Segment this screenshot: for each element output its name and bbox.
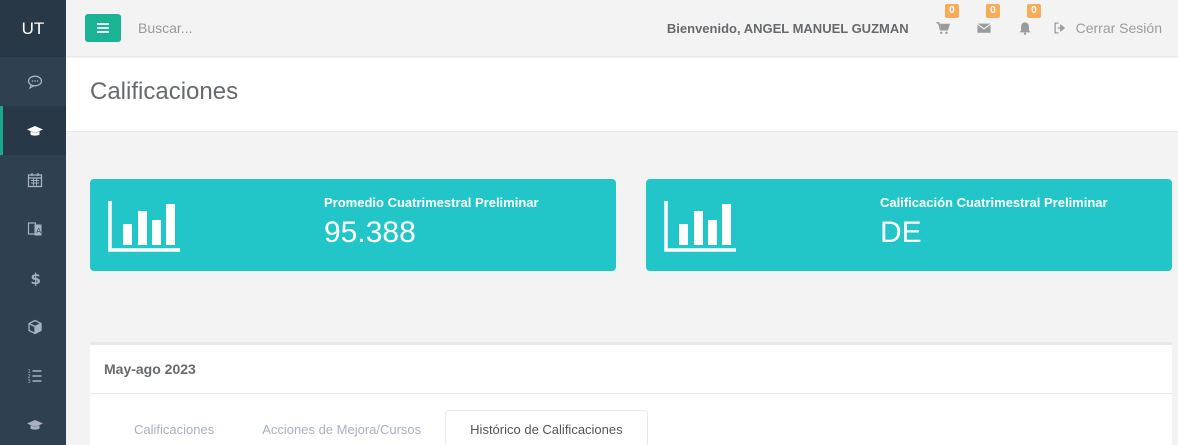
navbar-right: Bienvenido, ANGEL MANUEL GUZMAN 0 0 0 Ce… <box>667 0 1178 56</box>
hamburger-icon <box>97 23 109 33</box>
sidebar-item-grades[interactable] <box>0 106 66 155</box>
sidebar-item-language[interactable]: A <box>0 204 66 253</box>
tab-bar: Calificaciones Acciones de Mejora/Cursos… <box>110 407 1172 445</box>
search-input[interactable] <box>138 20 358 36</box>
sidebar-item-academic[interactable] <box>0 400 66 445</box>
tab-calificaciones[interactable]: Calificaciones <box>110 410 238 445</box>
list-icon: 123 <box>27 369 41 384</box>
widget-value: DE <box>880 216 922 249</box>
widget-value: 95.388 <box>324 216 416 249</box>
bar-chart-icon <box>108 201 180 252</box>
sidebar: UT A $ 123 <box>0 0 66 445</box>
sidebar-item-payments[interactable]: $ <box>0 253 66 302</box>
mail-button[interactable]: 0 <box>972 4 1000 40</box>
bell-icon <box>1018 22 1031 35</box>
sidebar-item-calendar[interactable] <box>0 155 66 204</box>
average-widget: Promedio Cuatrimestral Preliminar 95.388 <box>90 179 616 271</box>
bar-chart-icon <box>664 201 736 252</box>
cart-button[interactable]: 0 <box>931 4 959 40</box>
notifications-badge: 0 <box>1027 4 1041 18</box>
envelope-icon <box>976 23 991 33</box>
cart-icon <box>936 22 950 35</box>
translate-book-icon: A <box>27 221 41 235</box>
widget-label: Promedio Cuatrimestral Preliminar <box>324 195 539 210</box>
svg-text:3: 3 <box>27 379 30 384</box>
chat-icon <box>27 75 42 89</box>
page-heading: Calificaciones <box>66 58 1178 132</box>
panel-title: May-ago 2023 <box>90 345 1172 394</box>
menu-toggle-button[interactable] <box>85 14 121 42</box>
logout-link[interactable]: Cerrar Sesión <box>1054 20 1162 36</box>
graduation-cap-icon <box>26 419 43 430</box>
graduation-cap-icon <box>26 125 43 136</box>
term-panel: May-ago 2023 Calificaciones Acciones de … <box>90 342 1172 445</box>
calendar-icon <box>27 172 42 187</box>
svg-text:A: A <box>36 227 41 235</box>
tab-acciones-mejora[interactable]: Acciones de Mejora/Cursos <box>238 410 445 445</box>
page-title: Calificaciones <box>90 78 239 105</box>
welcome-text: Bienvenido, ANGEL MANUEL GUZMAN <box>666 20 909 36</box>
notifications-button[interactable]: 0 <box>1013 4 1041 40</box>
svg-text:$: $ <box>30 270 40 286</box>
widget-label: Calificación Cuatrimestral Preliminar <box>880 195 1108 210</box>
grade-widget: Calificación Cuatrimestral Preliminar DE <box>646 179 1172 271</box>
logout-label: Cerrar Sesión <box>1075 20 1162 36</box>
mail-badge: 0 <box>986 4 1000 18</box>
cube-icon <box>27 319 42 334</box>
sign-out-icon <box>1054 22 1065 34</box>
sidebar-item-resources[interactable] <box>0 302 66 351</box>
cart-badge: 0 <box>945 4 959 18</box>
sidebar-item-list[interactable]: 123 <box>0 351 66 400</box>
dollar-icon: $ <box>30 270 40 286</box>
tab-historico[interactable]: Histórico de Calificaciones <box>445 410 648 445</box>
brand-logo[interactable]: UT <box>0 0 66 57</box>
sidebar-item-messages[interactable] <box>0 57 66 106</box>
top-navbar: Bienvenido, ANGEL MANUEL GUZMAN 0 0 0 Ce… <box>66 0 1178 57</box>
